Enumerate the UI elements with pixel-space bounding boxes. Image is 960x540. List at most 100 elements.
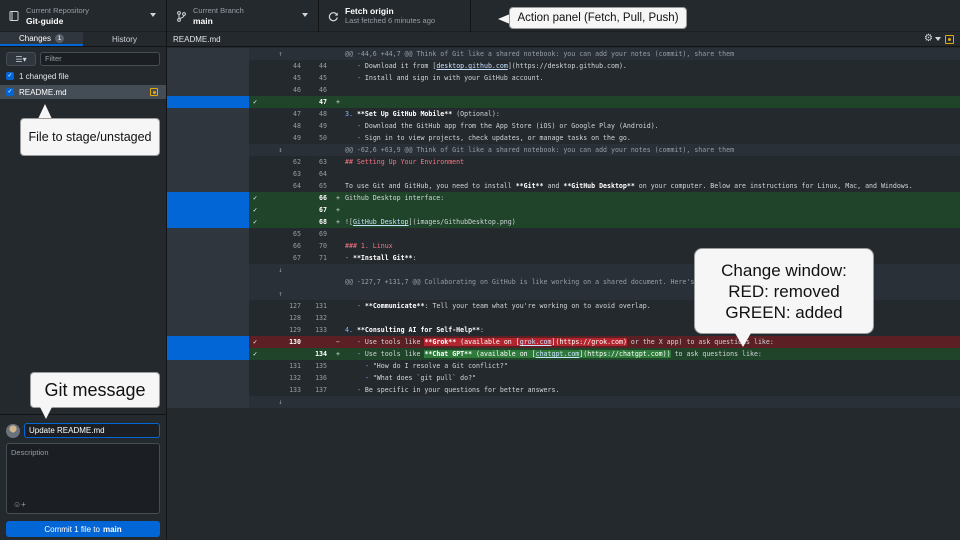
callout-file-stage: File to stage/unstaged: [20, 118, 160, 156]
diff-marker: +: [336, 218, 340, 226]
diff-marker: [331, 264, 345, 276]
line-selected-check-icon: ✓: [253, 350, 258, 358]
expand-icon[interactable]: ↑: [249, 48, 282, 60]
old-line-number: 67: [293, 254, 301, 262]
old-line-number: [279, 96, 305, 108]
filter-options-button[interactable]: ☰▾: [6, 52, 36, 66]
diff-line: 62 63 ## Setting Up Your Environment: [167, 156, 960, 168]
current-repository-button[interactable]: Current Repository Git-guide: [0, 0, 167, 32]
new-line-number: 68: [319, 218, 327, 226]
line-gutter: [249, 60, 279, 72]
new-line-number: 66: [319, 194, 327, 202]
expand-icon[interactable]: ↓: [249, 396, 282, 408]
commit-button[interactable]: Commit 1 file to main: [6, 521, 160, 537]
commit-button-label: Commit 1 file to: [44, 524, 100, 534]
line-content: - Use tools like **Grok** (available on …: [356, 338, 774, 346]
diff-line: 64 65 To use Git and GitHub, you need to i…: [167, 180, 960, 192]
callout-change-green: GREEN: added: [725, 302, 843, 322]
filter-input[interactable]: Filter: [40, 52, 160, 66]
tab-history[interactable]: History: [83, 32, 166, 46]
file-list-item[interactable]: ✓ README.md: [0, 85, 166, 99]
repo-icon: [8, 10, 20, 22]
repository-label: Current Repository: [26, 6, 89, 15]
old-line-number: 47: [293, 110, 301, 118]
line-content: ![GitHub Desktop](images/GithubDesktop.p…: [345, 218, 516, 226]
old-line-number: [279, 48, 305, 60]
old-line-number: 131: [289, 362, 301, 370]
diff-marker: [331, 240, 345, 252]
summary-row: Update README.md: [6, 423, 160, 438]
old-line-number: 46: [293, 86, 301, 94]
diff-line: 49 50 - Sign in to view projects, check u…: [167, 132, 960, 144]
callout-action-panel: Action panel (Fetch, Pull, Push): [509, 7, 687, 29]
diff-marker: [331, 252, 345, 264]
line-gutter: [249, 72, 279, 84]
old-line-number: 132: [289, 374, 301, 382]
new-line-number: 137: [315, 386, 327, 394]
line-selected-check-icon: ✓: [253, 206, 258, 214]
select-all-row[interactable]: ✓ 1 changed file: [6, 70, 69, 82]
line-gutter: [249, 252, 279, 264]
gear-icon[interactable]: ⚙: [924, 34, 933, 44]
tab-changes[interactable]: Changes 1: [0, 32, 83, 46]
line-content: - Install and sign in with your GitHub a…: [356, 74, 544, 82]
line-content: [345, 204, 960, 216]
diff-marker: +: [336, 98, 340, 106]
old-line-number: 44: [293, 62, 301, 70]
expand-icon[interactable]: ↑: [249, 288, 282, 300]
hunk-header[interactable]: ↑ @@ -44,6 +44,7 @@ Think of Git like a s…: [167, 48, 960, 60]
hunk-header[interactable]: ↕ @@ -62,6 +63,9 @@ Think of Git like a s…: [167, 144, 960, 156]
new-line-number: 48: [319, 110, 327, 118]
diff-line-added[interactable]: ✓ 134 + - Use tools like **Chat GPT** (ava…: [167, 348, 960, 360]
select-all-checkbox[interactable]: ✓: [6, 72, 14, 80]
diff-marker: −: [336, 338, 340, 346]
diff-marker: [331, 360, 345, 372]
diff-line-added[interactable]: ✓ 68 + ![GitHub Desktop](images/GithubDeskt…: [167, 216, 960, 228]
line-content: [345, 228, 960, 240]
current-branch-button[interactable]: Current Branch main: [167, 0, 319, 32]
old-line-number: 62: [293, 158, 301, 166]
expand-icon[interactable]: ↕: [249, 144, 282, 156]
commit-summary-input[interactable]: Update README.md: [24, 423, 160, 438]
old-line-number: 66: [293, 242, 301, 250]
new-line-number: 71: [319, 254, 327, 262]
file-checkbox[interactable]: ✓: [6, 88, 14, 96]
hunk-header[interactable]: ↓: [167, 396, 960, 408]
diff-line-added[interactable]: ✓ 66 + Github Desktop interface:: [167, 192, 960, 204]
diff-line-added[interactable]: ✓ 47 +: [167, 96, 960, 108]
old-line-number: [279, 348, 305, 360]
diff-header-tools: ⚙: [924, 34, 954, 44]
filter-icon: ☰▾: [15, 54, 27, 64]
diff-line: 132 136 - "What does `git pull` do?": [167, 372, 960, 384]
new-line-number: 136: [315, 374, 327, 382]
diff-line-added[interactable]: ✓ 67 +: [167, 204, 960, 216]
line-content: @@ -62,6 +63,9 @@ Think of Git like a sh…: [345, 146, 735, 154]
new-line-number: 132: [315, 314, 327, 322]
branch-icon: [175, 10, 187, 22]
diff-marker: [331, 60, 345, 72]
chevron-down-icon[interactable]: [935, 37, 941, 41]
diff-line: 131 135 - "How do I resolve a Git conflic…: [167, 360, 960, 372]
new-line-number: [305, 264, 331, 276]
diff-marker: [331, 276, 345, 288]
old-line-number: 64: [293, 182, 301, 190]
modified-icon: [150, 88, 158, 96]
callout-tail: [735, 333, 751, 347]
line-content: - Sign in to view projects, check update…: [356, 134, 631, 142]
line-content: - Use tools like **Chat GPT** (available…: [356, 350, 762, 358]
branch-label: Current Branch: [193, 6, 244, 15]
changes-sidebar: Changes 1 History ☰▾ Filter ✓ 1 changed …: [0, 32, 167, 540]
diff-line-removed[interactable]: ✓ 130 − - Use tools like **Grok** (availab…: [167, 336, 960, 348]
fetch-origin-button[interactable]: Fetch origin Last fetched 6 minutes ago: [319, 0, 471, 32]
line-selected-check-icon: ✓: [253, 194, 258, 202]
diff-marker: +: [336, 194, 340, 202]
add-coauthor-icon[interactable]: ☺+: [13, 500, 26, 509]
commit-description-input[interactable]: Description ☺+: [6, 443, 160, 514]
tab-changes-label: Changes: [18, 33, 52, 43]
expand-icon[interactable]: [249, 276, 279, 288]
old-line-number: 133: [289, 386, 301, 394]
diff-line: 63 64: [167, 168, 960, 180]
old-line-number: 65: [293, 230, 301, 238]
expand-icon[interactable]: ↓: [249, 264, 282, 276]
line-selected-check-icon: ✓: [253, 98, 258, 106]
